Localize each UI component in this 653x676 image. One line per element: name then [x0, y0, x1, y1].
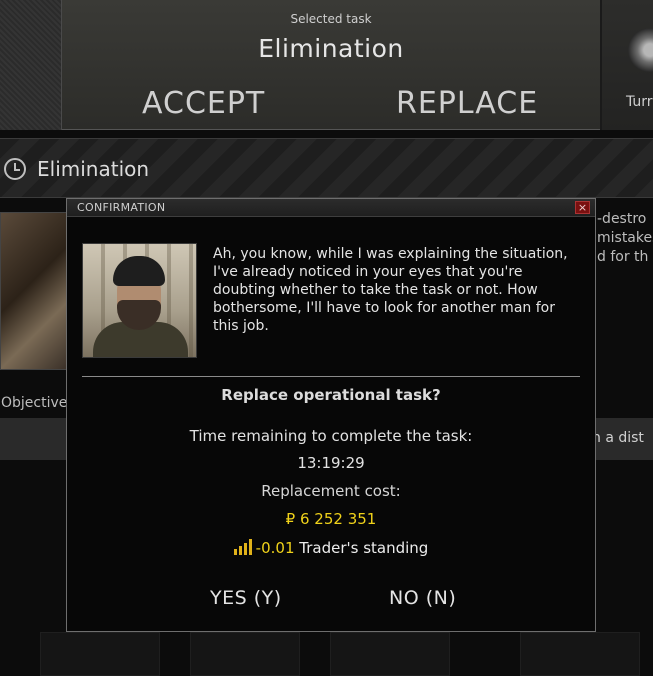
- task-section-title: Elimination: [37, 157, 150, 181]
- clock-icon: [4, 158, 26, 180]
- dialog-titlebar[interactable]: CONFIRMATION ×: [67, 199, 595, 217]
- trader-portrait: [82, 243, 197, 358]
- confirmation-dialog: CONFIRMATION × Ah, you know, while I was…: [66, 198, 596, 632]
- task-description: -destro mistakes d for th: [597, 211, 653, 265]
- task-image: [0, 212, 68, 370]
- replacement-cost-label: Replacement cost:: [261, 482, 401, 500]
- dialog-title: CONFIRMATION: [77, 201, 166, 214]
- trader-emblem-icon: [628, 28, 653, 72]
- bottom-tile: [330, 632, 450, 676]
- no-button[interactable]: NO (N): [389, 587, 456, 609]
- previous-task-tile[interactable]: [0, 0, 62, 130]
- objectives-label: Objectives: [1, 395, 75, 411]
- divider: [82, 376, 580, 377]
- time-remaining-label: Time remaining to complete the task:: [189, 427, 473, 445]
- standing-change-value: -0.01: [255, 539, 295, 557]
- selected-task-panel: Selected task Elimination ACCEPT REPLACE: [62, 0, 600, 130]
- accept-button[interactable]: ACCEPT: [142, 86, 265, 121]
- objective-text: n a dist: [592, 430, 644, 446]
- replace-question: Replace operational task?: [221, 386, 441, 404]
- replacement-cost-value: ₽ 6 252 351: [285, 510, 377, 528]
- bottom-tile: [40, 632, 160, 676]
- trend-up-icon: [233, 539, 252, 555]
- bottom-bar: [0, 632, 653, 676]
- standing-label: Trader's standing: [299, 539, 429, 557]
- bottom-tile: [190, 632, 300, 676]
- bottom-tile: [520, 632, 640, 676]
- trader-quote: Ah, you know, while I was explaining the…: [213, 246, 568, 334]
- trader-tile[interactable]: Turr: [600, 0, 653, 130]
- trader-name: Turr: [626, 94, 653, 110]
- screen: Selected task Elimination ACCEPT REPLACE…: [0, 0, 653, 676]
- replace-button[interactable]: REPLACE: [396, 86, 538, 121]
- close-button[interactable]: ×: [575, 201, 590, 214]
- selected-task-title: Elimination: [258, 34, 404, 63]
- time-remaining-value: 13:19:29: [297, 454, 365, 472]
- standing-row: -0.01 Trader's standing: [67, 539, 595, 557]
- yes-button[interactable]: YES (Y): [210, 587, 282, 609]
- selected-task-label: Selected task: [290, 12, 372, 26]
